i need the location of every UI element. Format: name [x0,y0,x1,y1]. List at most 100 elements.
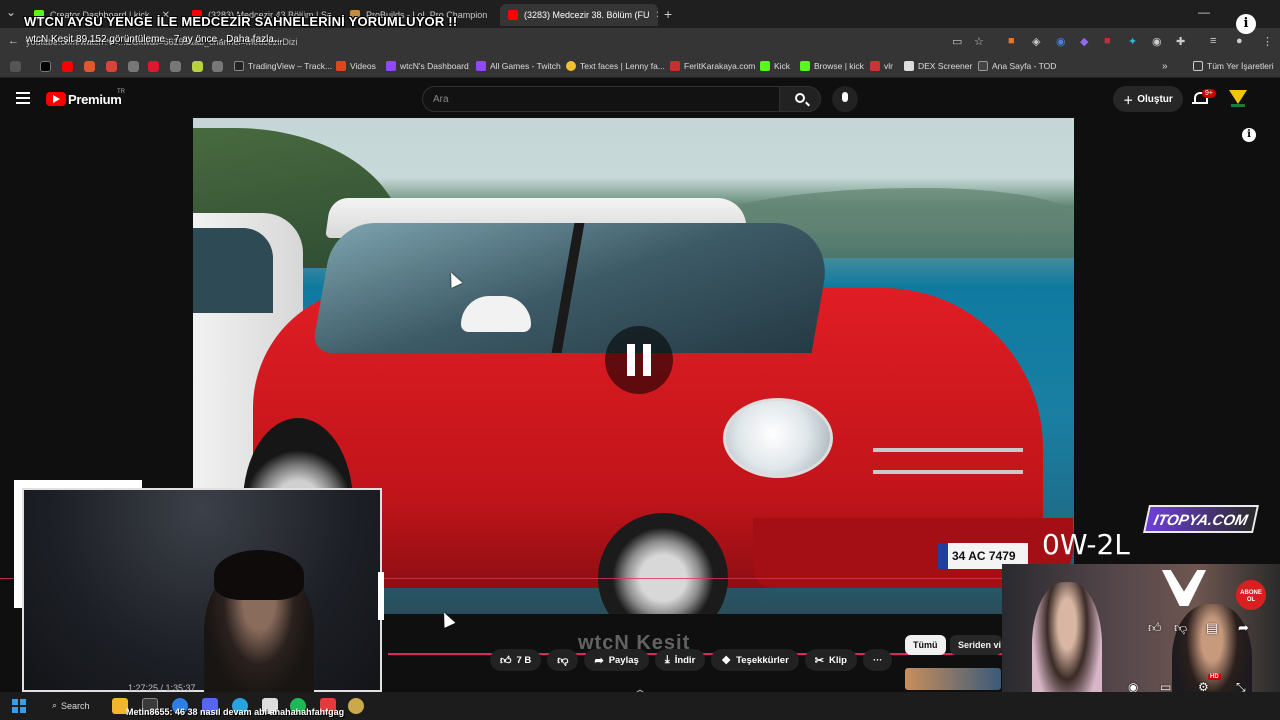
tab-medcezir-38[interactable]: (3283) Medcezir 38. Bölüm (FU ✕ [500,4,658,26]
chip-series[interactable]: Seriden vi [950,635,1002,655]
thumbs-up-icon[interactable]: 👍︎ [1148,620,1162,636]
chat-ticker: Metin8655: 46 38 nasıl devam abi ahahaha… [126,707,345,717]
tab-search-icon[interactable]: ⌄ [6,5,16,19]
dex-icon [904,61,914,71]
webcam-side-bar [378,572,384,620]
dislike-button[interactable]: 👎︎ [547,649,579,671]
thanks-label: Teşekkürler [736,654,789,666]
bookmark-label: Browse | kick [814,61,864,71]
share-button[interactable]: ➦ Paylaş [584,649,649,671]
extension-icon[interactable]: ◉ [1056,35,1066,48]
extension-icon[interactable]: ✦ [1128,35,1137,48]
clip-button[interactable]: ✂ Klip [804,649,857,671]
back-icon[interactable]: ← [8,35,19,47]
plus-icon: ＋ [1123,95,1134,107]
site-icon [978,61,988,71]
twitch-icon [386,61,396,71]
video-actions: 👍︎ 7 B 👎︎ ➦ Paylaş ⤓ İndir ❖ Teşekkürler… [490,648,893,672]
profile-icon[interactable]: ● [1236,35,1243,47]
windows-start-icon[interactable] [12,699,26,713]
puzzle-icon[interactable]: ✚ [1176,35,1185,48]
bookmark-icon[interactable] [212,61,223,72]
extension-icon[interactable]: ◆ [1080,35,1088,48]
bookmark-text-faces[interactable]: Text faces | Lenny fa... [566,61,665,71]
extension-icon[interactable]: ■ [1104,35,1111,47]
overflow-chevron-icon[interactable]: » [1162,61,1168,72]
avatar[interactable] [1229,90,1247,108]
folder-icon [1193,61,1203,71]
create-button[interactable]: ＋ Oluştur [1113,86,1183,112]
bookmark-icon[interactable] [128,61,139,72]
extension-shield-icon[interactable]: ◈ [1032,35,1040,48]
video-scene-car-windows [311,223,835,353]
apps-icon[interactable] [10,61,21,72]
stream-overlay-title: WTCN AYSU YENGE İLE MEDCEZİR SAHNELERİNİ… [24,14,458,29]
bookmark-label: Ana Sayfa - TOD [992,61,1057,71]
bookmark-vlr[interactable]: vlr [870,61,893,71]
w-logo-icon [1162,570,1206,606]
youtube-icon[interactable] [62,61,73,72]
search-button[interactable] [779,86,821,112]
taskbar-search[interactable]: ⌕ Search [52,700,90,711]
bookmark-videos[interactable]: Videos [336,61,376,71]
new-tab-button[interactable]: + [664,6,672,22]
chip-all[interactable]: Tümü [905,635,946,655]
video-info-icon[interactable]: i [1242,128,1256,142]
close-icon[interactable]: ✕ [656,10,658,21]
search-icon [795,93,805,103]
address-bar[interactable]: ← youtube.com/watch?v=...EGkw&t=6625s&ab… [0,28,1280,56]
bookmark-kick[interactable]: Kick [760,61,790,71]
share-icon[interactable]: ➦ [1238,620,1249,636]
x-icon[interactable] [40,61,51,72]
bookmark-all-games[interactable]: All Games - Twitch [476,61,561,71]
cast-icon[interactable]: ▭ [952,35,962,48]
vlr-icon [870,61,880,71]
bookmark-feritkarakaya[interactable]: FeritKarakaya.com [670,61,755,71]
extension-icon[interactable]: ■ [1008,35,1015,47]
tab-label: (3283) Medcezir 38. Bölüm (FU [524,10,650,20]
bookmark-icon[interactable] [192,61,203,72]
thanks-button[interactable]: ❖ Teşekkürler [711,649,799,671]
reddit-icon[interactable] [84,61,95,72]
sponsor-logo: ITOPYA.COM [1143,505,1259,533]
download-button[interactable]: ⤓ İndir [654,649,706,671]
tradingview-icon [234,61,244,71]
pause-icon[interactable] [605,326,673,394]
like-button[interactable]: 👍︎ 7 B [490,649,542,671]
scissors-icon: ✂ [814,654,825,667]
hd-badge: HD [1208,674,1221,680]
bookmark-browse-kick[interactable]: Browse | kick [800,61,864,71]
more-actions-button[interactable]: ··· [862,649,893,671]
bookmark-label: TradingView – Track... [248,61,333,71]
app-icon[interactable] [348,698,364,714]
share-icon: ➦ [594,654,604,667]
youtube-icon [508,10,518,20]
hamburger-menu-icon[interactable] [16,92,30,104]
gmail-icon[interactable] [106,61,117,72]
bookmark-dashboard[interactable]: wtcN's Dashboard [386,61,469,71]
bookmark-ana-sayfa[interactable]: Ana Sayfa - TOD [978,61,1056,71]
thumbs-down-icon: 👎︎ [557,654,569,667]
yandex-icon[interactable] [148,61,159,72]
smiley-icon [566,61,576,71]
extension-icon[interactable]: ◉ [1152,35,1162,48]
star-icon[interactable]: ☆ [974,35,984,48]
reading-list-icon[interactable]: ≡ [1210,35,1216,47]
thumbs-down-icon[interactable]: 👎︎ [1174,620,1187,636]
videos-icon [336,61,346,71]
bookmark-dex-screener[interactable]: DEX Screener [904,61,972,71]
recommended-thumbnail[interactable] [905,668,1001,690]
comment-icon[interactable]: ▤ [1206,620,1218,636]
minimize-icon[interactable]: — [1198,5,1210,19]
bookmark-tradingview[interactable]: TradingView – Track... [234,61,332,71]
search-input[interactable]: Ara [422,86,780,112]
youtube-premium-label[interactable]: Premium [68,92,122,107]
download-icon: ⤓ [664,653,670,666]
bookmark-icon[interactable] [170,61,181,72]
youtube-logo-icon[interactable] [46,92,66,106]
kebab-menu-icon[interactable]: ⋮ [1262,35,1273,48]
bookmarks-folder[interactable]: Tüm Yer İşaretleri [1193,61,1274,71]
taskbar-search-label: Search [61,700,90,711]
thanks-icon: ❖ [721,654,732,667]
microphone-button[interactable] [832,86,858,112]
